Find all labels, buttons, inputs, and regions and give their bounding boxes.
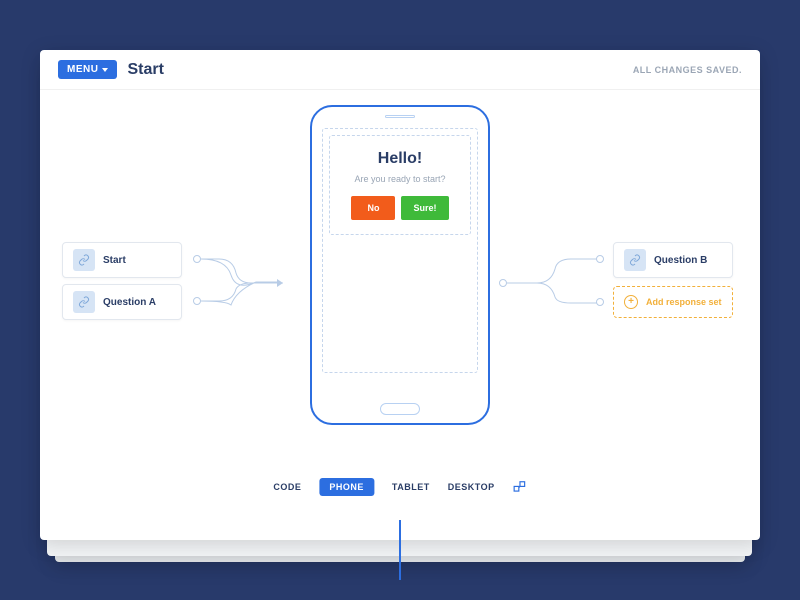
editor-card: MENU Start ALL CHANGES SAVED. Start Ques… — [40, 50, 760, 540]
connector-port[interactable] — [193, 297, 201, 305]
plus-icon: + — [624, 295, 638, 309]
page-title: Start — [127, 61, 163, 79]
top-bar-left: MENU Start — [58, 60, 164, 79]
node-label: Question B — [654, 255, 707, 266]
chevron-down-icon — [102, 68, 108, 72]
connector-port[interactable] — [596, 255, 604, 263]
connector-right — [507, 253, 602, 313]
card-stack: MENU Start ALL CHANGES SAVED. Start Ques… — [40, 50, 760, 550]
link-icon — [73, 291, 95, 313]
connector-port[interactable] — [596, 298, 604, 306]
preview-heading: Hello! — [378, 150, 422, 168]
tab-phone[interactable]: PHONE — [319, 478, 374, 496]
node-question-b[interactable]: Question B — [613, 242, 733, 278]
phone-screen: Hello! Are you ready to start? No Sure! — [322, 128, 478, 373]
add-response-button[interactable]: + Add response set — [613, 286, 733, 318]
view-mode-tabs: CODE PHONE TABLET DESKTOP — [273, 478, 526, 496]
preview-subtext: Are you ready to start? — [354, 174, 445, 184]
menu-button-label: MENU — [67, 64, 98, 75]
save-status: ALL CHANGES SAVED. — [633, 65, 742, 75]
menu-button[interactable]: MENU — [58, 60, 117, 79]
node-start[interactable]: Start — [62, 242, 182, 278]
preview-no-button[interactable]: No — [351, 196, 395, 220]
preview-content: Hello! Are you ready to start? No Sure! — [329, 135, 471, 235]
phone-preview: Hello! Are you ready to start? No Sure! — [310, 105, 490, 425]
top-bar: MENU Start ALL CHANGES SAVED. — [40, 50, 760, 90]
preview-yes-button[interactable]: Sure! — [401, 196, 448, 220]
stack-connector-line — [399, 520, 401, 580]
phone-home-button — [380, 403, 420, 415]
link-icon — [73, 249, 95, 271]
node-question-a[interactable]: Question A — [62, 284, 182, 320]
node-label: Start — [103, 255, 126, 266]
preview-button-row: No Sure! — [351, 196, 448, 220]
tab-desktop[interactable]: DESKTOP — [448, 482, 495, 492]
node-label: Question A — [103, 297, 156, 308]
tab-code[interactable]: CODE — [273, 482, 301, 492]
connector-port[interactable] — [193, 255, 201, 263]
phone-speaker — [385, 115, 415, 118]
flow-canvas[interactable]: Start Question A — [40, 90, 760, 510]
link-icon — [624, 249, 646, 271]
tab-tablet[interactable]: TABLET — [392, 482, 430, 492]
connector-port[interactable] — [499, 279, 507, 287]
expand-icon[interactable] — [513, 480, 527, 494]
connector-left — [201, 255, 296, 310]
add-response-label: Add response set — [646, 297, 722, 307]
